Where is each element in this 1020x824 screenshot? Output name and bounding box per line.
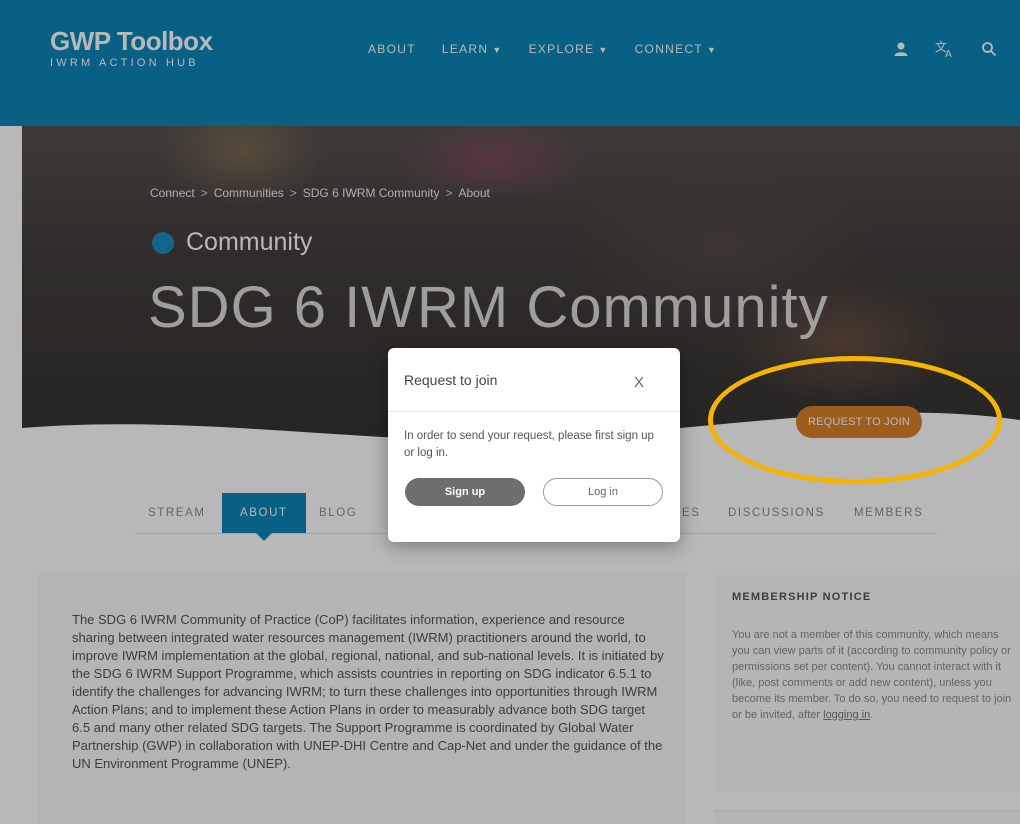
close-icon[interactable]: X	[634, 374, 644, 391]
log-in-button[interactable]: Log in	[543, 478, 663, 506]
sign-up-button[interactable]: Sign up	[405, 478, 525, 506]
modal-divider	[388, 411, 680, 412]
page: GWP Toolbox IWRM ACTION HUB ABOUT LEARN ▼…	[0, 0, 1020, 824]
modal-message: In order to send your request, please fi…	[404, 430, 654, 459]
request-to-join-modal: Request to join X In order to send your …	[388, 348, 680, 542]
modal-title: Request to join	[404, 372, 498, 388]
highlight-ellipse	[708, 356, 1002, 484]
